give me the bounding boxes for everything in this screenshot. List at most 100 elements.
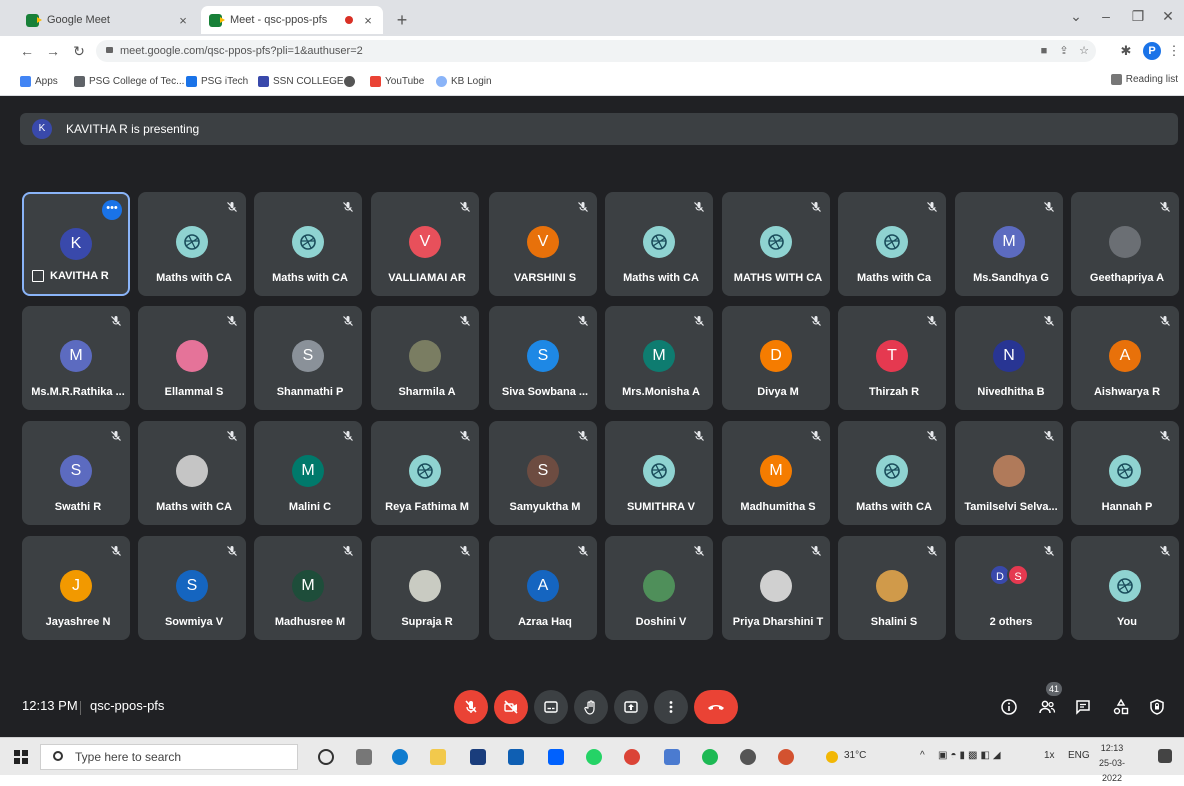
bookmark-psg-college[interactable]: PSG College of Tec...: [74, 74, 184, 88]
participant-tile[interactable]: M Malini C: [254, 421, 362, 525]
whatsapp-icon[interactable]: [586, 749, 602, 765]
activities-button[interactable]: [1110, 696, 1132, 718]
participant-tile[interactable]: Sharmila A: [371, 306, 479, 410]
bookmark-youtube[interactable]: YouTube: [370, 74, 424, 88]
participant-tile[interactable]: K ••• KAVITHA R: [22, 192, 130, 296]
reload-icon[interactable]: ↻: [70, 42, 88, 60]
back-arrow-icon[interactable]: ←: [18, 42, 36, 60]
bookmark-star-icon[interactable]: ☆: [1078, 45, 1090, 57]
participant-tile[interactable]: Maths with CA: [605, 192, 713, 296]
language-indicator[interactable]: ENG: [1068, 750, 1090, 761]
bookmark-apps[interactable]: Apps: [20, 74, 58, 88]
participant-tile[interactable]: M Mrs.Monisha A: [605, 306, 713, 410]
minimize-button[interactable]: –: [1096, 8, 1116, 24]
participant-tile[interactable]: S Swathi R: [22, 421, 130, 525]
forward-arrow-icon[interactable]: →: [44, 42, 62, 60]
participant-tile[interactable]: Geethapriya A: [1071, 192, 1179, 296]
bookmark-psg-itech[interactable]: PSG iTech: [186, 74, 248, 88]
camera-in-use-icon[interactable]: ■: [1038, 45, 1050, 57]
notifications-icon[interactable]: [1158, 749, 1172, 763]
participant-tile[interactable]: V VARSHINI S: [489, 192, 597, 296]
bookmark-globe[interactable]: [344, 74, 359, 88]
app-icon[interactable]: [664, 749, 680, 765]
participant-tile[interactable]: N Nivedhitha B: [955, 306, 1063, 410]
microphone-off-button[interactable]: [454, 690, 488, 724]
participant-tile[interactable]: DS 2 others: [955, 536, 1063, 640]
close-window-button[interactable]: ✕: [1158, 8, 1178, 25]
tray-chevron-icon[interactable]: ^: [920, 750, 925, 761]
raise-hand-button[interactable]: [574, 690, 608, 724]
meeting-details-button[interactable]: [998, 696, 1020, 718]
close-tab-icon[interactable]: ×: [361, 13, 375, 28]
participant-tile[interactable]: MATHS WITH CA: [722, 192, 830, 296]
participant-tile[interactable]: Shalini S: [838, 536, 946, 640]
dropbox-icon[interactable]: [548, 749, 564, 765]
powerpoint-icon[interactable]: [778, 749, 794, 765]
participant-tile[interactable]: Hannah P: [1071, 421, 1179, 525]
bookmark-kb-login[interactable]: KB Login: [436, 74, 492, 88]
participant-tile[interactable]: M Ms.M.R.Rathika ...: [22, 306, 130, 410]
participant-tile[interactable]: Supraja R: [371, 536, 479, 640]
settings-gear-icon[interactable]: [740, 749, 756, 765]
participant-tile[interactable]: Maths with CA: [838, 421, 946, 525]
bookmark-ssn-college[interactable]: SSN COLLEGE: [258, 74, 344, 88]
participant-tile[interactable]: S Sowmiya V: [138, 536, 246, 640]
host-controls-button[interactable]: [1146, 696, 1168, 718]
reading-list-button[interactable]: Reading list: [1110, 74, 1178, 85]
share-icon[interactable]: ⇪: [1058, 45, 1070, 57]
windows-start-icon[interactable]: [14, 750, 28, 764]
participant-tile[interactable]: S Siva Sowbana ...: [489, 306, 597, 410]
tray-icons[interactable]: ▣◓▮▩◧◢: [938, 750, 1004, 761]
taskbar-clock[interactable]: 12:13 25-03-2022: [1092, 741, 1132, 786]
spotify-icon[interactable]: [702, 749, 718, 765]
participant-tile[interactable]: You: [1071, 536, 1179, 640]
participant-tile[interactable]: S Shanmathi P: [254, 306, 362, 410]
participant-tile[interactable]: Maths with CA: [138, 421, 246, 525]
participant-tile[interactable]: Doshini V: [605, 536, 713, 640]
participant-tile[interactable]: T Thirzah R: [838, 306, 946, 410]
profile-avatar[interactable]: P: [1143, 42, 1161, 60]
restore-button[interactable]: ❐: [1128, 8, 1148, 25]
browser-menu-icon[interactable]: ⋮: [1166, 43, 1182, 59]
participant-tile[interactable]: J Jayashree N: [22, 536, 130, 640]
address-bar[interactable]: meet.google.com/qsc-ppos-pfs?pli=1&authu…: [96, 40, 1096, 62]
participant-tile[interactable]: A Azraa Haq: [489, 536, 597, 640]
leave-call-button[interactable]: [694, 690, 738, 724]
tab-google-meet[interactable]: Google Meet ×: [18, 6, 198, 34]
chrome-icon[interactable]: [624, 749, 640, 765]
participant-tile[interactable]: SUMITHRA V: [605, 421, 713, 525]
more-options-button[interactable]: [654, 690, 688, 724]
new-tab-button[interactable]: +: [392, 10, 412, 30]
participant-tile[interactable]: Ellammal S: [138, 306, 246, 410]
close-tab-icon[interactable]: ×: [176, 13, 190, 28]
participant-tile[interactable]: V VALLIAMAI AR: [371, 192, 479, 296]
store-icon[interactable]: [470, 749, 486, 765]
edge-icon[interactable]: [392, 749, 408, 765]
participant-tile[interactable]: A Aishwarya R: [1071, 306, 1179, 410]
cortana-icon[interactable]: [318, 749, 334, 765]
task-view-icon[interactable]: [356, 749, 372, 765]
participant-tile[interactable]: M Madhusree M: [254, 536, 362, 640]
participant-tile[interactable]: Maths with CA: [254, 192, 362, 296]
participant-tile[interactable]: M Ms.Sandhya G: [955, 192, 1063, 296]
more-options-icon[interactable]: •••: [102, 200, 122, 220]
mail-icon[interactable]: [508, 749, 524, 765]
people-button[interactable]: [1036, 696, 1058, 718]
extensions-icon[interactable]: ✱: [1118, 43, 1134, 59]
participant-tile[interactable]: Maths with Ca: [838, 192, 946, 296]
chat-button[interactable]: [1072, 696, 1094, 718]
captions-button[interactable]: [534, 690, 568, 724]
tab-search-icon[interactable]: ⌄: [1066, 8, 1086, 25]
participant-tile[interactable]: M Madhumitha S: [722, 421, 830, 525]
participant-tile[interactable]: Maths with CA: [138, 192, 246, 296]
weather-icon[interactable]: [826, 751, 838, 763]
taskbar-search-input[interactable]: Type here to search: [40, 744, 298, 770]
camera-off-button[interactable]: [494, 690, 528, 724]
participant-tile[interactable]: Tamilselvi Selva...: [955, 421, 1063, 525]
participant-tile[interactable]: S Samyuktha M: [489, 421, 597, 525]
file-explorer-icon[interactable]: [430, 749, 446, 765]
participant-tile[interactable]: Priya Dharshini T: [722, 536, 830, 640]
tab-meet-active[interactable]: Meet - qsc-ppos-pfs ×: [201, 6, 383, 34]
participant-tile[interactable]: Reya Fathima M: [371, 421, 479, 525]
participant-tile[interactable]: D Divya M: [722, 306, 830, 410]
